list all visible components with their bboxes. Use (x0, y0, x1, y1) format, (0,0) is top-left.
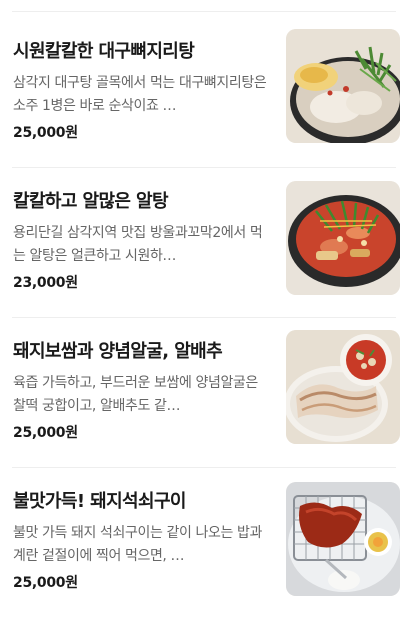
menu-item-roe-stew[interactable]: 칼칼하고 알많은 알탕 용리단길 삼각지역 맛집 방울과꼬막2에서 먹는 알탕은… (0, 168, 408, 318)
grilled-pork-photo[interactable] (286, 482, 400, 596)
menu-item-name: 돼지보쌈과 양념알굴, 알배추 (13, 341, 223, 362)
menu-list: 시원칼칼한 대구뼈지리탕 삼각지 대구탕 골목에서 먹는 대구뼈지리탕은 소주 … (0, 0, 408, 614)
roe-stew-photo[interactable] (286, 181, 400, 295)
menu-item-description: 불맛 가득 돼지 석쇠구이는 같이 나오는 밥과 계란 겉절이에 찍어 먹으면,… (13, 525, 262, 564)
menu-item-name: 불맛가득! 돼지석쇠구이 (13, 491, 186, 512)
bossam-photo[interactable] (286, 330, 400, 444)
menu-item-price: 25,000원 (13, 125, 78, 141)
menu-item-price: 25,000원 (13, 575, 78, 591)
divider (12, 11, 396, 12)
menu-item-price: 23,000원 (13, 275, 78, 291)
menu-item-grilled-pork[interactable]: 불맛가득! 돼지석쇠구이 불맛 가득 돼지 석쇠구이는 같이 나오는 밥과 계란… (0, 468, 408, 618)
menu-item-name: 칼칼하고 알많은 알탕 (13, 191, 169, 212)
menu-item-description: 육즙 가득하고, 부드러운 보쌈에 양념알굴은 찰떡 궁합이고, 알배추도 같… (13, 375, 258, 414)
menu-item-name: 시원칼칼한 대구뼈지리탕 (13, 41, 195, 62)
fish-bone-soup-photo[interactable] (286, 29, 400, 143)
menu-item-bossam[interactable]: 돼지보쌈과 양념알굴, 알배추 육즙 가득하고, 부드러운 보쌈에 양념알굴은 … (0, 318, 408, 468)
menu-item-description: 삼각지 대구탕 골목에서 먹는 대구뼈지리탕은 소주 1병은 바로 순삭이죠 … (13, 75, 267, 114)
menu-item-description: 용리단길 삼각지역 맛집 방울과꼬막2에서 먹는 알탕은 얼큰하고 시원하… (13, 225, 263, 264)
menu-item-price: 25,000원 (13, 425, 78, 441)
menu-item-fish-bone-soup[interactable]: 시원칼칼한 대구뼈지리탕 삼각지 대구탕 골목에서 먹는 대구뼈지리탕은 소주 … (0, 18, 408, 168)
